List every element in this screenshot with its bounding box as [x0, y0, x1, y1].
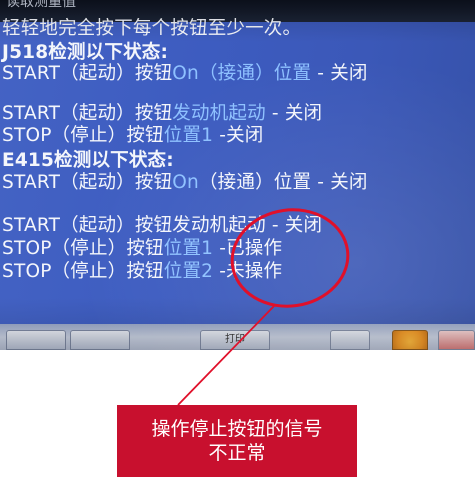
line-j518-start-engine: START（起动）按钮发动机起动 - 关闭 [2, 103, 322, 125]
print-softkey-label: 打印 [225, 334, 245, 345]
line-e415-start-on: START（起动）按钮On（接通）位置 - 关闭 [2, 172, 368, 194]
callout-line-2: 不正常 [208, 442, 266, 464]
line-e415-stop-pos1-part-1: 位置1 [163, 238, 214, 259]
line-e415-start-on-part-2: （接通）位置 - 关闭 [198, 172, 368, 193]
line-e415-start-engine-part-0: START（起动）按钮发动机起动 - 关闭 [2, 215, 323, 236]
line-j518-heading: J518检测以下状态: [2, 42, 168, 64]
annotation-callout: 操作停止按钮的信号 不正常 [117, 405, 357, 477]
line-e415-stop-pos1-part-0: STOP（停止）按钮 [2, 238, 164, 259]
line-e415-stop-pos2-part-0: STOP（停止）按钮 [2, 261, 164, 282]
line-instruction-part-0: 轻轻地完全按下每个按钮至少一次。 [2, 18, 302, 39]
softkey-2[interactable] [70, 330, 130, 350]
line-e415-start-on-part-1: On [172, 172, 199, 193]
screen-title: 读取测量值 [6, 0, 76, 10]
line-j518-start-on-part-2: - 关闭 [311, 63, 368, 84]
line-j518-start-engine-part-2: - 关闭 [265, 103, 323, 124]
line-e415-start-engine: START（起动）按钮发动机起动 - 关闭 [2, 215, 322, 237]
diagnostic-screen-photo: 读取测量值 轻轻地完全按下每个按钮至少一次。 J518检测以下状态: START（起… [0, 0, 475, 350]
line-e415-stop-pos1: STOP（停止）按钮位置1 -已操作 [2, 238, 282, 260]
callout-line-1: 操作停止按钮的信号 [151, 418, 323, 440]
warning-softkey[interactable] [438, 330, 475, 350]
line-e415-stop-pos2-part-1: 位置2 [163, 261, 214, 282]
line-j518-heading-part-0: J518检测以下状态: [2, 42, 169, 63]
line-e415-stop-pos2: STOP（停止）按钮位置2 -未操作 [2, 261, 282, 283]
line-j518-stop-pos1-part-1: 位置1 [163, 125, 214, 146]
line-e415-stop-pos2-part-2: -未操作 [213, 261, 283, 282]
line-j518-stop-pos1: STOP（停止）按钮位置1 -关闭 [2, 125, 264, 147]
softkey-1[interactable] [6, 330, 66, 350]
line-e415-heading-part-0: E415检测以下状态: [2, 150, 174, 171]
line-j518-stop-pos1-part-0: STOP（停止）按钮 [2, 125, 164, 146]
print-softkey[interactable]: 打印 [200, 330, 270, 350]
line-j518-start-on: START（起动）按钮On（接通）位置 - 关闭 [2, 63, 368, 85]
page: 读取测量值 轻轻地完全按下每个按钮至少一次。 J518检测以下状态: START（起… [0, 0, 475, 485]
line-e415-start-on-part-0: START（起动）按钮 [2, 172, 173, 193]
line-instruction: 轻轻地完全按下每个按钮至少一次。 [2, 18, 301, 40]
line-j518-start-engine-part-1: 发动机起动 [172, 103, 266, 124]
line-j518-stop-pos1-part-2: -关闭 [213, 125, 264, 146]
softkey-4[interactable] [330, 330, 370, 350]
line-e415-stop-pos1-part-2: -已操作 [213, 238, 283, 259]
line-j518-start-on-part-0: START（起动）按钮 [2, 63, 173, 84]
line-j518-start-engine-part-0: START（起动）按钮 [2, 103, 173, 124]
softkey-bar: 打印 [0, 324, 475, 350]
line-e415-heading: E415检测以下状态: [2, 150, 174, 172]
help-softkey[interactable] [392, 330, 428, 350]
line-j518-start-on-part-1: On（接通）位置 [172, 63, 312, 84]
